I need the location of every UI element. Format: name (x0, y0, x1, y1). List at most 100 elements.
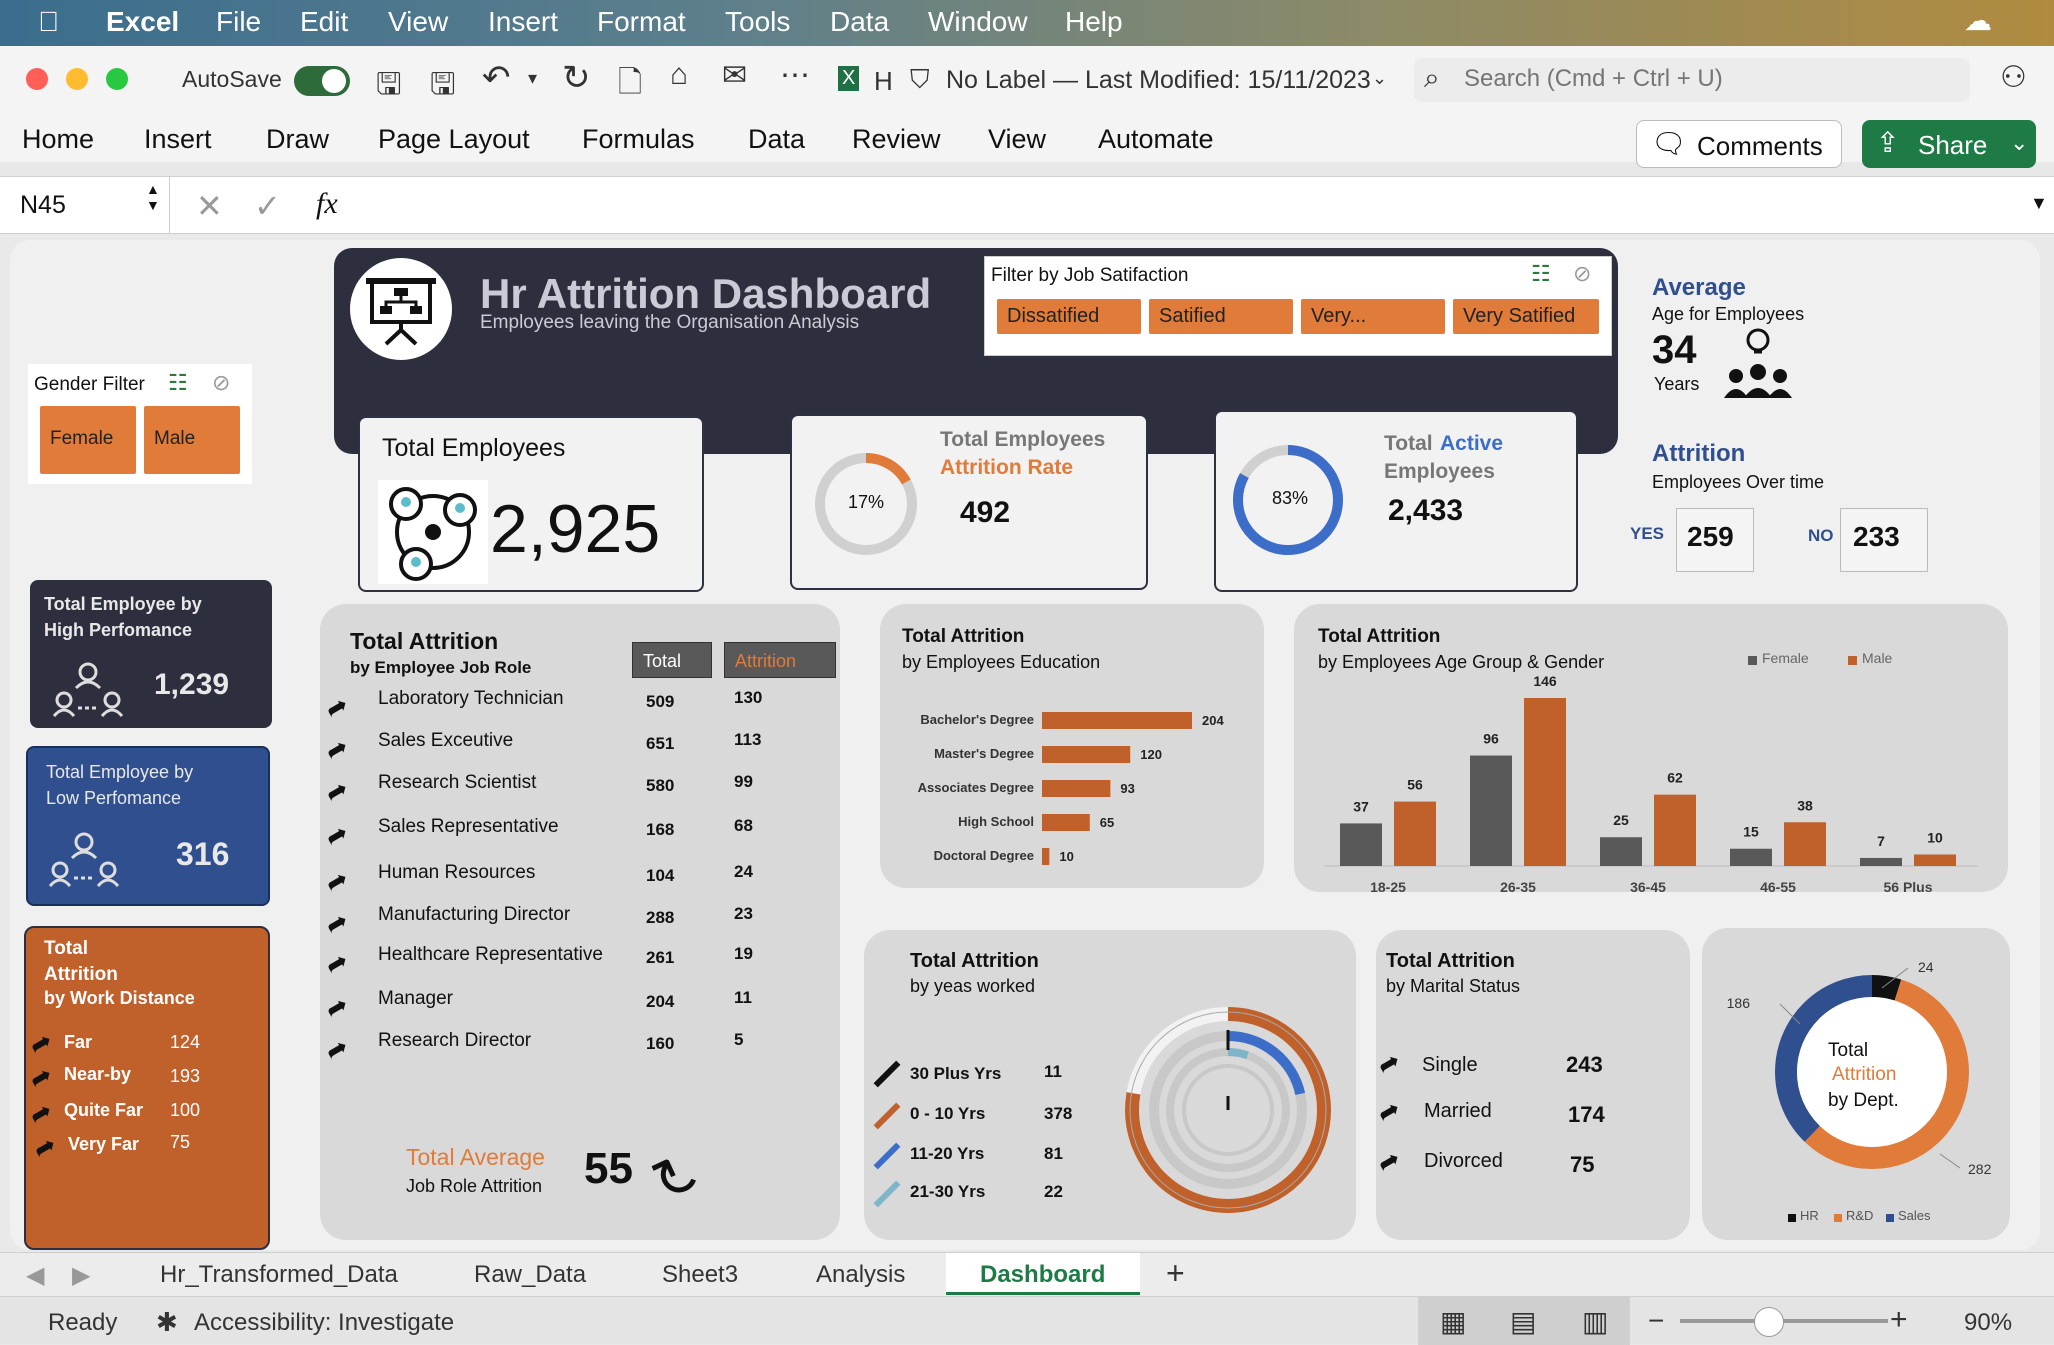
sheet-tab-sheet3[interactable]: Sheet3 (662, 1261, 738, 1289)
clear-filter-icon[interactable]: ⊘ (1573, 261, 1591, 287)
formula-input[interactable] (360, 185, 2020, 225)
edu-value-label: 65 (1100, 815, 1114, 830)
menu-edit[interactable]: Edit (300, 6, 348, 38)
zoom-out-icon[interactable]: − (1648, 1305, 1664, 1337)
chevron-down-icon[interactable]: ⌄ (1372, 68, 1387, 89)
age-category-label: 56 Plus (1883, 879, 1932, 892)
prev-sheet-icon[interactable]: ◀ (26, 1261, 44, 1290)
slicer-dissatisfied[interactable]: Dissatified (997, 299, 1141, 334)
share-button[interactable]: ⇪ Share ⌄ (1862, 120, 2036, 168)
home-icon[interactable]: ⌂ (670, 58, 688, 92)
arrow-icon: ➦ (319, 730, 354, 768)
multi-select-icon[interactable]: ☷ (168, 370, 188, 396)
page-break-view-icon[interactable]: ▥ (1582, 1305, 1608, 1338)
sheet-tab-raw-data[interactable]: Raw_Data (474, 1261, 586, 1289)
arrow-icon: ➦ (1371, 1092, 1406, 1130)
gender-slicer-title: Gender Filter (34, 374, 145, 395)
network-icon (378, 480, 488, 584)
menu-insert[interactable]: Insert (488, 6, 558, 38)
cloud-icon[interactable]: ☁ (1964, 4, 1992, 37)
spin-arrows-icon[interactable]: ▲ ▼ (146, 181, 160, 213)
minimize-window-icon[interactable] (66, 68, 88, 90)
normal-view-icon[interactable]: ▦ (1440, 1305, 1466, 1338)
accessibility-status[interactable]: Accessibility: Investigate (194, 1309, 454, 1337)
low-performance-card: Total Employee by Low Perfomance 316 (26, 746, 270, 906)
active-word-active: Active (1440, 432, 1504, 455)
tab-view[interactable]: View (988, 124, 1046, 155)
pen-blue-icon (873, 1142, 901, 1170)
menu-window[interactable]: Window (928, 6, 1028, 38)
age-bar (1340, 823, 1382, 866)
confirm-icon[interactable]: ✓ (254, 187, 281, 225)
marital-divorced-value: 75 (1570, 1152, 1595, 1177)
slicer-satisfied[interactable]: Satified (1149, 299, 1293, 334)
autosave-toggle[interactable] (294, 66, 350, 96)
menu-format[interactable]: Format (597, 6, 686, 38)
page-layout-view-icon[interactable]: ▤ (1510, 1305, 1536, 1338)
add-sheet-icon[interactable]: + (1166, 1255, 1185, 1292)
autosave-label: AutoSave (182, 66, 282, 92)
low-perf-line1: Total Employee by (46, 762, 194, 782)
search-box[interactable]: ⌕ (1414, 58, 1970, 102)
undo-icon[interactable]: ↶ (482, 58, 511, 98)
zoom-in-icon[interactable]: + (1890, 1303, 1908, 1337)
active-employees-card: 83% Total Active Employees 2,433 (1214, 410, 1578, 592)
label-status[interactable]: No Label — Last Modified: 15/11/2023 (946, 66, 1371, 95)
job-role-name: Sales Representative (378, 816, 559, 837)
next-sheet-icon[interactable]: ▶ (72, 1261, 90, 1290)
education-sub: by Employees Education (902, 652, 1101, 672)
clear-filter-icon[interactable]: ⊘ (212, 370, 230, 396)
accessibility-icon[interactable]: ✱ (156, 1307, 178, 1338)
menu-tools[interactable]: Tools (725, 6, 790, 38)
menu-data[interactable]: Data (830, 6, 889, 38)
save-icon[interactable]: 🖫 (376, 62, 402, 113)
sheet-tab-dashboard-label: Dashboard (980, 1261, 1106, 1288)
save-as-icon[interactable]: 🖫 (430, 62, 456, 113)
menu-help[interactable]: Help (1065, 6, 1123, 38)
close-window-icon[interactable] (26, 68, 48, 90)
new-document-icon[interactable]: 🗋 (618, 60, 642, 111)
attrition-time-title: Attrition (1652, 440, 1746, 467)
tab-review[interactable]: Review (852, 124, 941, 155)
expand-formula-icon[interactable]: ▼ (2030, 193, 2048, 214)
zoom-level[interactable]: 90% (1964, 1309, 2012, 1337)
edu-value-label: 10 (1059, 849, 1073, 864)
tab-home[interactable]: Home (22, 124, 94, 155)
tab-formulas[interactable]: Formulas (582, 124, 695, 155)
zoom-slider[interactable] (1680, 1319, 1888, 1323)
menu-file[interactable]: File (216, 6, 261, 38)
tab-page-layout[interactable]: Page Layout (378, 124, 530, 155)
menu-app[interactable]: Excel (106, 6, 179, 38)
zoom-slider-thumb[interactable] (1754, 1307, 1784, 1337)
user-settings-icon[interactable]: ⚇ (2000, 60, 2027, 95)
mail-icon[interactable]: ✉ (722, 58, 747, 93)
redo-icon[interactable]: ↻ (562, 58, 591, 98)
menu-view[interactable]: View (388, 6, 448, 38)
sheet-tab-dashboard[interactable]: Dashboard (946, 1253, 1140, 1295)
label-shield-icon[interactable]: ⛉ (910, 64, 930, 96)
cancel-icon[interactable]: ✕ (196, 187, 223, 225)
share-label: Share (1918, 130, 1988, 160)
function-icon[interactable]: fx (316, 187, 338, 221)
tab-data[interactable]: Data (748, 124, 805, 155)
tab-insert[interactable]: Insert (144, 124, 212, 155)
name-box[interactable]: N45 ▲ ▼ (0, 177, 170, 233)
sheet-tab-analysis[interactable]: Analysis (816, 1261, 905, 1289)
slicer-very[interactable]: Very... (1301, 299, 1445, 334)
tab-automate[interactable]: Automate (1098, 124, 1214, 155)
more-icon[interactable]: ⋯ (780, 58, 810, 93)
tab-draw[interactable]: Draw (266, 124, 329, 155)
maximize-window-icon[interactable] (106, 68, 128, 90)
sheet-tab-hr-transformed[interactable]: Hr_Transformed_Data (160, 1261, 398, 1289)
apple-icon[interactable]:  (38, 6, 59, 38)
search-input[interactable] (1464, 64, 1954, 94)
undo-dropdown-icon[interactable]: ▾ (528, 68, 537, 89)
slicer-male[interactable]: Male (144, 406, 240, 474)
distance-far: Far (64, 1032, 93, 1052)
comments-button[interactable]: 🗨 Comments (1636, 120, 1842, 168)
slicer-female[interactable]: Female (40, 406, 136, 474)
job-role-name: Sales Exceutive (378, 730, 514, 751)
multi-select-icon[interactable]: ☷ (1531, 261, 1551, 287)
arrow-icon: ➦ (319, 772, 354, 810)
slicer-very-satisfied[interactable]: Very Satified (1453, 299, 1599, 334)
